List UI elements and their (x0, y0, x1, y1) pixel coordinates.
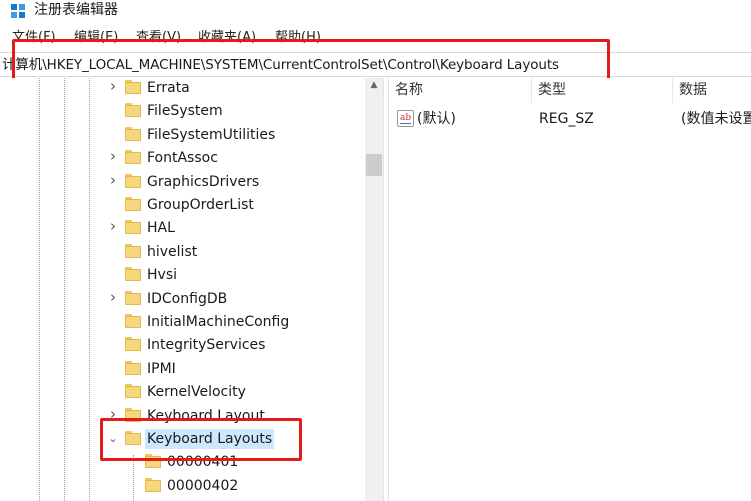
tree-item[interactable]: FileSystem (0, 100, 365, 123)
tree-scrollbar[interactable]: ▲ (365, 78, 383, 501)
tree-item-label: Keyboard Layout (147, 407, 265, 424)
value-name: (默认) (417, 111, 456, 127)
string-value-icon: ab (397, 110, 414, 127)
column-header-name[interactable]: 名称 (389, 78, 531, 103)
window-title: 注册表编辑器 (34, 2, 118, 18)
value-data: (数值未设置) (681, 111, 751, 127)
tree-item[interactable]: GroupOrderList (0, 194, 365, 217)
tree-item-label: 00000401 (167, 454, 239, 471)
folder-icon (125, 407, 141, 423)
tree-item-label: KernelVelocity (147, 384, 246, 401)
tree-item-label: GraphicsDrivers (147, 173, 260, 190)
folder-icon (125, 197, 141, 212)
address-bar[interactable]: 计算机\HKEY_LOCAL_MACHINE\SYSTEM\CurrentCon… (0, 52, 751, 77)
tree-item[interactable]: › HAL (0, 217, 365, 240)
tree-item-label: IPMI (147, 360, 176, 377)
tree-item[interactable]: › GraphicsDrivers (0, 171, 365, 194)
tree-item-label: InitialMachineConfig (147, 314, 290, 330)
tree-item[interactable]: InitialMachineConfig (0, 311, 365, 334)
tree-item[interactable]: 00000401 (0, 451, 365, 474)
menu-bar: 文件(F) 编辑(E) 查看(V) 收藏夹(A) 帮助(H) (0, 28, 751, 48)
tree-item-label: FileSystemUtilities (147, 126, 276, 143)
folder-icon (125, 267, 141, 282)
tree-item-label: Keyboard Layouts (145, 429, 275, 449)
tree-item-label: FileSystem (147, 103, 223, 120)
chevron-down-icon[interactable]: ⌄ (107, 433, 119, 445)
chevron-right-icon[interactable]: › (107, 149, 119, 164)
tree-item[interactable]: hivelist (0, 241, 365, 264)
tree-item-label: 00000402 (167, 477, 239, 494)
tree-item-label: Hvsi (147, 267, 177, 284)
folder-icon (145, 477, 161, 493)
column-header-data[interactable]: 数据 (673, 78, 751, 103)
tree-item[interactable]: IntegrityServices (0, 334, 365, 357)
tree-item-label: Errata (147, 80, 190, 96)
folder-icon (125, 103, 141, 118)
chevron-right-icon[interactable]: › (107, 289, 119, 304)
menu-favorites[interactable]: 收藏夹(A) (198, 30, 256, 46)
folder-icon (125, 173, 141, 189)
chevron-right-icon[interactable]: › (107, 79, 119, 94)
folder-icon (125, 384, 141, 399)
title-bar: 注册表编辑器 (0, 0, 751, 22)
tree-item[interactable]: › IDConfigDB (0, 288, 365, 311)
address-path[interactable]: 计算机\HKEY_LOCAL_MACHINE\SYSTEM\CurrentCon… (2, 56, 559, 74)
folder-icon (125, 80, 141, 95)
column-header-type[interactable]: 类型 (532, 78, 672, 103)
folder-icon (125, 360, 141, 376)
folder-icon (145, 454, 161, 469)
tree-item[interactable]: › Errata (0, 78, 365, 100)
folder-icon (125, 337, 141, 352)
tree-item-label: FontAssoc (147, 150, 218, 167)
tree-item[interactable]: 00000402 (0, 475, 365, 498)
tree-item[interactable]: › FontAssoc (0, 147, 365, 170)
folder-icon (125, 243, 141, 259)
tree-item[interactable]: › Keyboard Layout (0, 405, 365, 428)
tree-item[interactable]: FileSystemUtilities (0, 124, 365, 147)
tree-item-label: IDConfigDB (147, 290, 228, 307)
folder-icon (125, 431, 141, 446)
chevron-right-icon[interactable]: › (107, 406, 119, 421)
folder-icon (125, 126, 141, 142)
scroll-up-icon[interactable]: ▲ (365, 78, 383, 92)
tree-item-label: hivelist (147, 243, 198, 260)
tree-item[interactable]: Hvsi (0, 264, 365, 287)
menu-file[interactable]: 文件(F) (12, 30, 56, 46)
menu-help[interactable]: 帮助(H) (275, 30, 321, 46)
folder-icon (125, 290, 141, 306)
value-type: REG_SZ (539, 111, 594, 127)
menu-view[interactable]: 查看(V) (136, 30, 181, 46)
folder-icon (125, 150, 141, 165)
key-tree[interactable]: › Errata FileSystem FileSystemUtilities › Fon… (0, 78, 383, 501)
value-row[interactable]: ab (默认) REG_SZ (数值未设置) (389, 108, 751, 130)
tree-item-label: HAL (147, 220, 175, 237)
chevron-right-icon[interactable]: › (107, 172, 119, 187)
scroll-thumb[interactable] (366, 154, 382, 176)
tree-item-label: GroupOrderList (147, 197, 254, 213)
folder-icon (125, 220, 141, 235)
tree-item[interactable]: KernelVelocity (0, 381, 365, 404)
folder-icon (125, 314, 141, 329)
chevron-right-icon[interactable]: › (107, 219, 119, 234)
registry-editor-icon (11, 4, 25, 18)
values-list[interactable]: 名称 类型 数据 ab (默认) REG_SZ (数值未设置) (389, 78, 751, 501)
tree-item[interactable]: ⌄ Keyboard Layouts (0, 428, 365, 451)
tree-item[interactable]: IPMI (0, 358, 365, 381)
menu-edit[interactable]: 编辑(E) (74, 30, 118, 46)
tree-item-label: IntegrityServices (147, 337, 266, 354)
